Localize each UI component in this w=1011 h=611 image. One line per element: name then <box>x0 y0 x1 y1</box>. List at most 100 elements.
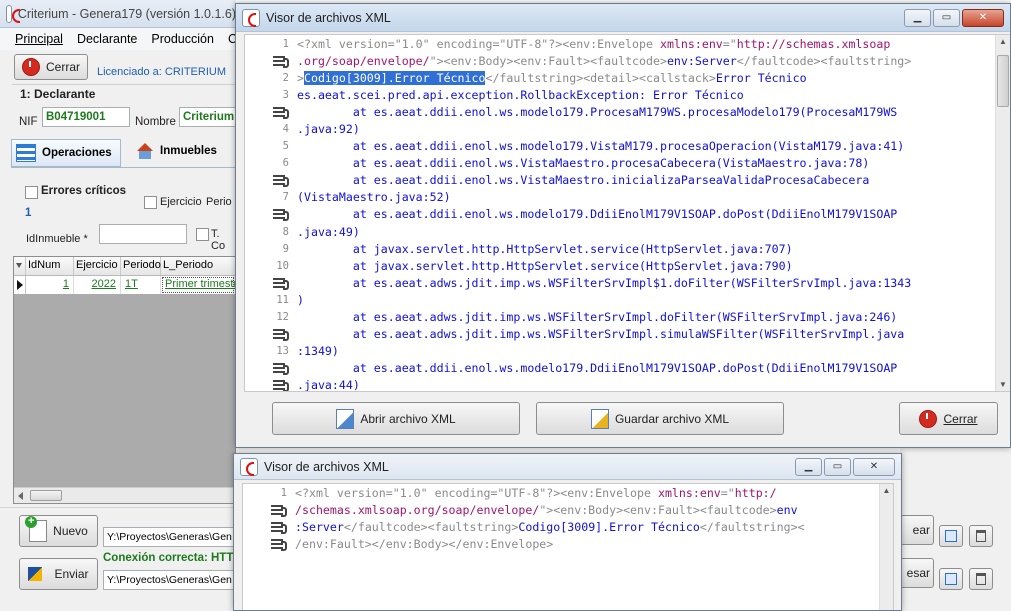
right-process-button-2[interactable]: esar <box>900 558 934 588</box>
grid-hscrollbar[interactable] <box>14 487 235 503</box>
code-token: </faultcode><faultstring> <box>736 53 912 68</box>
nombre-field[interactable]: Criterium <box>179 107 236 127</box>
code-line: 1 <?xml version="1.0" encoding="UTF-8"?><… <box>243 484 893 501</box>
xml1-editor[interactable]: 1 <?xml version="1.0" encoding="UTF-8"?><… <box>244 34 1010 392</box>
code-line: 6 at es.aeat.ddii.enol.ws.VistaMaestro.p… <box>245 155 1010 172</box>
conexion-status: Conexión correcta: HTT <box>103 552 234 564</box>
code-token: (VistaMaestro.java:52) <box>297 190 451 205</box>
send-icon <box>28 565 48 583</box>
code-line: 12 at es.aeat.adws.jdit.imp.ws.WSFilterS… <box>245 309 1010 326</box>
idinmueble-field[interactable] <box>99 224 187 244</box>
xml1-vscrollbar[interactable]: ▲ ▼ <box>995 35 1010 391</box>
code-token: Codigo[3009].Error Técnico <box>518 519 700 534</box>
col-l-periodo[interactable]: L_Periodo <box>161 257 235 275</box>
scroll-left-arrow[interactable] <box>18 492 23 500</box>
scroll-thumb[interactable] <box>30 490 62 501</box>
code-line: 9 at javax.servlet.http.HttpServlet.serv… <box>245 240 1010 257</box>
maximize-button[interactable]: ▭ <box>824 457 851 476</box>
code-line: at es.aeat.adws.jdit.imp.ws.WSFilterSrvI… <box>245 326 1010 343</box>
col-ejercicio[interactable]: Ejercicio <box>74 257 121 275</box>
row-pointer <box>14 276 26 294</box>
copy-icon <box>945 530 957 542</box>
menu-declarante[interactable]: Declarante <box>77 32 137 46</box>
code-token: :1349) <box>297 344 339 359</box>
cell-l-periodo: Primer trimestr <box>161 276 235 294</box>
cell-idnum: 1 <box>26 276 74 294</box>
path-field-2[interactable]: Y:\Proyectos\Generas\Gen <box>103 570 236 590</box>
app-icon <box>6 4 20 23</box>
delete-button-1[interactable] <box>969 525 993 547</box>
errores-checkbox[interactable] <box>25 186 38 199</box>
close-button[interactable]: ✕ <box>962 8 1004 27</box>
tab-inmuebles[interactable]: Inmuebles <box>136 143 217 159</box>
ejercicio-label: Ejercicio <box>160 196 202 208</box>
code-token: Codigo[3009].Error Técnico <box>303 70 486 85</box>
delete-button-2[interactable] <box>969 568 993 590</box>
wrap-icon <box>273 106 289 119</box>
menu-produccion[interactable]: Producción <box>151 32 214 46</box>
ejercicio-checkbox[interactable] <box>144 196 157 209</box>
code-line: 2 > Codigo[3009].Error Técnico </faultstrin… <box>245 69 1010 86</box>
wrap-icon <box>273 277 289 290</box>
wrap-icon <box>271 538 287 551</box>
code-line: :Server </faultcode><faultstring> Codigo[3… <box>243 518 893 535</box>
code-line: 10 at javax.servlet.http.HttpServlet.ser… <box>245 257 1010 274</box>
code-line: at es.aeat.ddii.enol.ws.modelo179.DdiiEn… <box>245 360 1010 377</box>
cell-ejercicio: 2022 <box>74 276 121 294</box>
guardar-archivo-button[interactable]: Guardar archivo XML <box>536 402 784 435</box>
code-token: at es.aeat.ddii.enol.ws.VistaMaestro.ini… <box>297 173 870 188</box>
main-cerrar-button[interactable]: Cerrar <box>14 54 88 80</box>
xml2-vscrollbar[interactable]: ▲ <box>879 484 893 610</box>
path-field-1[interactable]: Y:\Proyectos\Generas\Gen <box>103 527 236 547</box>
xml2-editor[interactable]: 1 <?xml version="1.0" encoding="UTF-8"?><… <box>242 483 894 610</box>
code-token: ) <box>297 292 304 307</box>
menu-bar: Principal Declarante Producción C <box>0 28 236 50</box>
copy-button-1[interactable] <box>939 525 963 547</box>
menu-principal[interactable]: Principal <box>15 32 63 46</box>
line-gutter <box>245 380 297 391</box>
close-button[interactable]: ✕ <box>853 457 895 476</box>
code-line: 4 .java:92) <box>245 120 1010 137</box>
abrir-archivo-button[interactable]: Abrir archivo XML <box>272 402 520 435</box>
tab-operaciones[interactable]: Operaciones <box>11 139 121 167</box>
abrir-label: Abrir archivo XML <box>360 411 456 426</box>
enviar-button[interactable]: Enviar <box>19 558 98 590</box>
scroll-up-arrow[interactable]: ▲ <box>996 37 1010 46</box>
minimize-button[interactable]: ▁ <box>795 457 822 476</box>
code-token: /env:Fault></env:Body></env:Envelope> <box>295 536 554 551</box>
minimize-button[interactable]: ▁ <box>904 8 931 27</box>
tab-inmuebles-label: Inmuebles <box>160 145 217 157</box>
xml1-cerrar-button[interactable]: Cerrar <box>899 402 998 435</box>
code-token: =" <box>722 36 737 51</box>
nombre-value: Criterium <box>183 111 235 123</box>
maximize-button[interactable]: ▭ <box>933 8 960 27</box>
col-periodo[interactable]: Periodo <box>121 257 161 275</box>
right-process-button-1[interactable]: ear <box>900 515 934 545</box>
power-icon <box>21 58 40 76</box>
nif-field[interactable]: B04719001 <box>42 107 130 127</box>
table-row[interactable]: 1 2022 1T Primer trimestr <box>14 276 235 294</box>
code-token: env:Server <box>666 53 737 68</box>
nuevo-button[interactable]: + Nuevo <box>19 515 98 547</box>
copy-button-2[interactable] <box>939 568 963 590</box>
code-token: es.aeat.scei.pred.api.exception.Rollback… <box>297 87 744 102</box>
tc-checkbox[interactable] <box>196 228 209 241</box>
scroll-thumb[interactable] <box>997 55 1009 107</box>
line-gutter <box>245 55 297 68</box>
errores-label: Errores críticos <box>41 185 127 197</box>
scroll-down-arrow[interactable]: ▼ <box>996 380 1010 389</box>
line-gutter: 10 <box>276 259 289 272</box>
line-gutter: 1 <box>282 37 289 50</box>
code-token: at es.aeat.ddii.enol.ws.modelo179.Proces… <box>297 104 898 119</box>
code-token: at es.aeat.adws.jdit.imp.ws.WSFilterSrvI… <box>297 310 898 325</box>
periodo-label: Perio <box>206 196 232 208</box>
scroll-up-arrow[interactable]: ▲ <box>880 486 893 495</box>
section-divider <box>12 84 236 85</box>
tc-label: T. Co <box>211 228 226 252</box>
code-line: 5 at es.aeat.ddii.enol.ws.modelo179.Vist… <box>245 138 1010 155</box>
path-value-2: Y:\Proyectos\Generas\Gen <box>107 574 232 586</box>
cell-periodo: 1T <box>121 276 161 294</box>
code-token: at es.aeat.ddii.enol.ws.modelo179.DdiiEn… <box>297 207 898 222</box>
code-token: at javax.servlet.http.HttpServlet.servic… <box>297 258 793 273</box>
col-idnum[interactable]: IdNum <box>26 257 74 275</box>
